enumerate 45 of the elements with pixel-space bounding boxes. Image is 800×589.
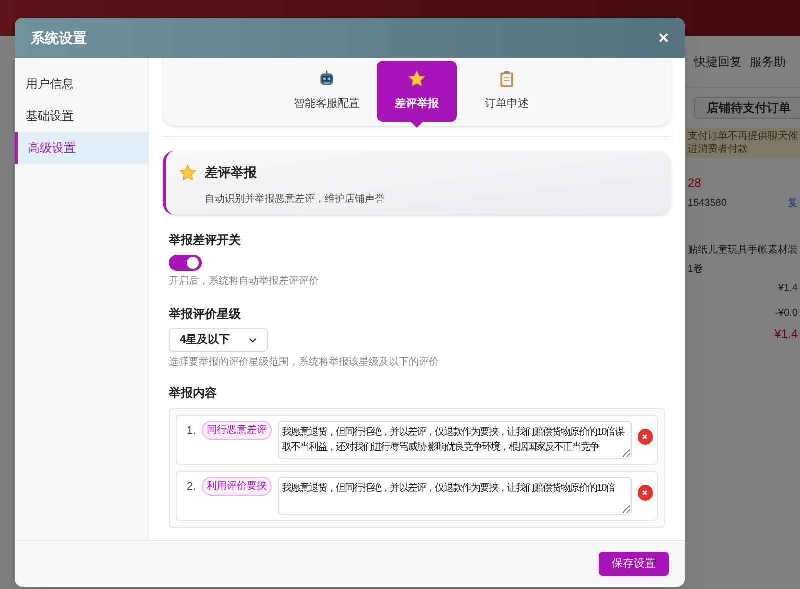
tag: 同行恶意差评	[202, 421, 272, 440]
product-title: 贴纸儿童玩具手帐素材装	[688, 244, 798, 258]
close-button[interactable]: ×	[658, 29, 669, 47]
report-text-field[interactable]: 我愿意退货，但同行拒绝，并以差评，仅退款作为要挟，让我们赔偿货物原价的10倍	[278, 477, 632, 515]
panel-tab[interactable]: 快捷回复	[694, 52, 742, 70]
delete-button[interactable]	[638, 429, 654, 445]
report-text-field[interactable]: 我愿意退货，但同行拒绝，并以差评，仅退款作为要挟，让我们赔偿货物原价的10倍谋取不当利益，还对我们进行辱骂威胁 影响优良竞争环境，根据国家反不正当竞争	[278, 421, 632, 459]
tab-pointer	[411, 122, 423, 128]
clipboard-icon	[498, 70, 516, 88]
robot-icon	[318, 70, 336, 88]
save-button[interactable]: 保存设置	[599, 552, 669, 576]
dialog-title: 系统设置	[31, 28, 87, 48]
hint-text: 选择要举报的评价星级范围，系统将举报该星级及以下的评价	[169, 356, 439, 370]
discount-amount: -¥0.0	[775, 307, 798, 321]
rating-dropdown[interactable]: 4星及以下	[169, 328, 268, 352]
total-amount: ¥1.4	[774, 326, 798, 343]
tab[interactable]: 订单申述	[467, 61, 547, 122]
panel-tab[interactable]: 服务助	[750, 52, 786, 70]
info-card-title: 差评举报	[205, 164, 257, 182]
tab[interactable]: 差评举报	[377, 61, 457, 122]
field-label: 举报内容	[169, 385, 218, 402]
close-icon	[642, 490, 648, 496]
chevron-down-icon	[249, 338, 257, 342]
tag: 利用评价要挟	[202, 477, 272, 496]
sidebar-item[interactable]: 基础设置	[15, 100, 148, 132]
delete-button[interactable]	[638, 485, 654, 501]
notice-banner: 支付订单不再提供聊天催 进消费者付款	[686, 128, 800, 158]
tab[interactable]: 智能客服配置	[287, 61, 367, 122]
field-label: 举报差评开关	[169, 232, 241, 249]
sidebar-item[interactable]: 高级设置	[15, 132, 148, 164]
field-label: 举报评价星级	[169, 306, 241, 323]
order-id: 1543580	[688, 197, 727, 211]
toggle-switch[interactable]	[169, 255, 202, 271]
hint-text: 开启后，系统将自动举报差评评价	[169, 274, 319, 289]
close-icon	[642, 434, 648, 440]
product-price: ¥1.4	[778, 282, 798, 296]
sidebar-item[interactable]: 用户信息	[15, 68, 148, 100]
pending-orders-button[interactable]: 店铺待支付订单	[694, 97, 800, 119]
star-icon	[408, 70, 426, 88]
star-icon	[179, 164, 197, 182]
info-card-description: 自动识别并举报恶意差评，维护店铺声誉	[204, 192, 386, 206]
item-number: 2.	[186, 480, 196, 495]
product-spec: 1卷	[688, 263, 705, 277]
item-number: 1.	[186, 424, 196, 439]
order-number: 28	[688, 175, 702, 192]
